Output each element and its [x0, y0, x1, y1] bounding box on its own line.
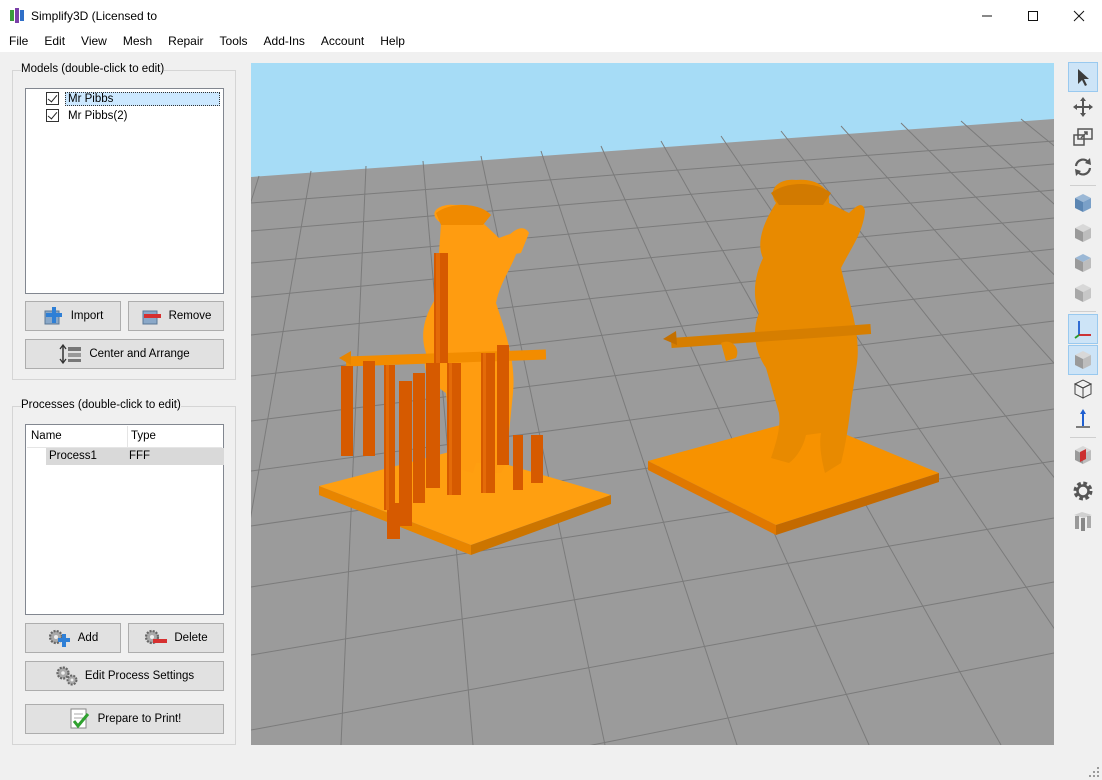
remove-button[interactable]: Remove — [128, 301, 224, 331]
scale-tool-button[interactable] — [1068, 122, 1098, 152]
show-axes-button[interactable] — [1068, 314, 1098, 344]
close-button[interactable] — [1056, 0, 1102, 31]
print-checklist-icon — [70, 708, 89, 729]
column-name-header[interactable]: Name — [31, 430, 62, 442]
maximize-icon — [1028, 10, 1038, 21]
import-icon — [44, 307, 62, 325]
show-normals-button[interactable] — [1068, 404, 1098, 434]
center-and-arrange-button[interactable]: Center and Arrange — [25, 339, 224, 369]
rotate-icon — [1074, 158, 1092, 176]
toolbar-separator — [1070, 185, 1096, 186]
settings-gear-icon — [1073, 481, 1093, 501]
resize-grip-icon[interactable] — [1089, 767, 1099, 777]
pointer-tool-button[interactable] — [1068, 62, 1098, 92]
view-front-button[interactable] — [1068, 188, 1098, 218]
processes-panel: Processes (double-click to edit) Name Ty… — [12, 399, 236, 745]
wireframe-icon — [1073, 379, 1093, 399]
toolbar-separator — [1070, 311, 1096, 312]
model-item-label: Mr Pibbs(2) — [68, 109, 128, 122]
build-plate-scene — [251, 63, 1054, 745]
model-visible-checkbox[interactable] — [46, 109, 59, 122]
prepare-to-print-label: Prepare to Print! — [97, 713, 182, 725]
processes-table[interactable]: Name Type Process1 FFF — [25, 424, 224, 615]
close-icon — [1073, 10, 1085, 21]
column-type-header[interactable]: Type — [131, 430, 156, 442]
menu-account[interactable]: Account — [312, 31, 371, 52]
solid-view-icon — [1075, 351, 1091, 369]
toolbar-separator — [1070, 437, 1096, 438]
model-item[interactable]: Mr Pibbs — [46, 90, 220, 107]
status-bar — [0, 757, 1102, 780]
view-side-icon — [1075, 224, 1091, 242]
table-row[interactable]: Process1 FFF — [46, 448, 224, 465]
cross-section-icon — [1075, 446, 1091, 464]
view-toolbar — [1066, 58, 1100, 748]
scale-icon — [1073, 128, 1093, 146]
delete-process-button[interactable]: Delete — [128, 623, 224, 653]
view-top-icon — [1075, 254, 1091, 272]
remove-label: Remove — [168, 310, 212, 322]
menu-edit[interactable]: Edit — [35, 31, 72, 52]
window-title: Simplify3D (Licensed to — [31, 9, 158, 23]
edit-process-settings-button[interactable]: Edit Process Settings — [25, 661, 224, 691]
process-name-cell: Process1 — [49, 450, 97, 462]
menu-help[interactable]: Help — [371, 31, 412, 52]
models-list[interactable]: Mr Pibbs Mr Pibbs(2) — [25, 88, 224, 294]
view-front-icon — [1075, 194, 1091, 212]
wireframe-view-button[interactable] — [1068, 374, 1098, 404]
menu-repair[interactable]: Repair — [159, 31, 210, 52]
prepare-to-print-button[interactable]: Prepare to Print! — [25, 704, 224, 734]
title-bar: Simplify3D (Licensed to — [0, 0, 1102, 31]
processes-panel-title: Processes (double-click to edit) — [21, 399, 181, 411]
view-side-button[interactable] — [1068, 218, 1098, 248]
solid-view-button[interactable] — [1068, 345, 1098, 375]
maximize-button[interactable] — [1010, 0, 1056, 31]
center-and-arrange-label: Center and Arrange — [89, 348, 190, 360]
move-tool-button[interactable] — [1068, 92, 1098, 122]
support-structures-icon — [1074, 512, 1092, 531]
delete-gear-icon — [145, 629, 168, 645]
normals-icon — [1076, 409, 1090, 428]
support-structures-button[interactable] — [1068, 506, 1098, 536]
move-icon — [1073, 97, 1093, 117]
minimize-button[interactable] — [964, 0, 1010, 31]
menu-view[interactable]: View — [72, 31, 114, 52]
menu-mesh[interactable]: Mesh — [114, 31, 159, 52]
add-process-button[interactable]: Add — [25, 623, 121, 653]
view-top-button[interactable] — [1068, 248, 1098, 278]
cross-section-button[interactable] — [1068, 440, 1098, 470]
simplify3d-logo-icon — [10, 8, 24, 23]
processes-table-header: Name Type — [27, 426, 222, 448]
gears-icon — [56, 666, 78, 686]
add-gear-icon — [48, 629, 70, 647]
model-item-label: Mr Pibbs — [65, 91, 220, 106]
center-arrange-icon — [59, 344, 82, 364]
menu-add-ins[interactable]: Add-Ins — [255, 31, 312, 52]
rotate-tool-button[interactable] — [1068, 152, 1098, 182]
remove-icon — [142, 310, 161, 325]
models-panel: Models (double-click to edit) Mr Pibbs M… — [12, 63, 236, 380]
process-type-cell: FFF — [129, 450, 151, 462]
process-settings-tool-button[interactable] — [1068, 476, 1098, 506]
view-iso-icon — [1075, 284, 1091, 302]
edit-process-settings-label: Edit Process Settings — [84, 670, 195, 682]
minimize-icon — [982, 15, 992, 16]
add-label: Add — [77, 632, 99, 644]
menu-bar: File Edit View Mesh Repair Tools Add-Ins… — [0, 31, 1102, 52]
models-panel-title: Models (double-click to edit) — [21, 63, 165, 75]
import-button[interactable]: Import — [25, 301, 121, 331]
import-label: Import — [70, 310, 104, 322]
menu-file[interactable]: File — [0, 31, 35, 52]
model-item[interactable]: Mr Pibbs(2) — [46, 107, 127, 124]
delete-label: Delete — [174, 632, 208, 644]
model-visible-checkbox[interactable] — [46, 92, 59, 105]
column-divider[interactable] — [127, 426, 128, 448]
pointer-icon — [1078, 69, 1089, 86]
menu-tools[interactable]: Tools — [211, 31, 255, 52]
view-iso-button[interactable] — [1068, 278, 1098, 308]
axes-icon — [1074, 321, 1091, 339]
3d-build-viewport[interactable] — [251, 63, 1054, 745]
